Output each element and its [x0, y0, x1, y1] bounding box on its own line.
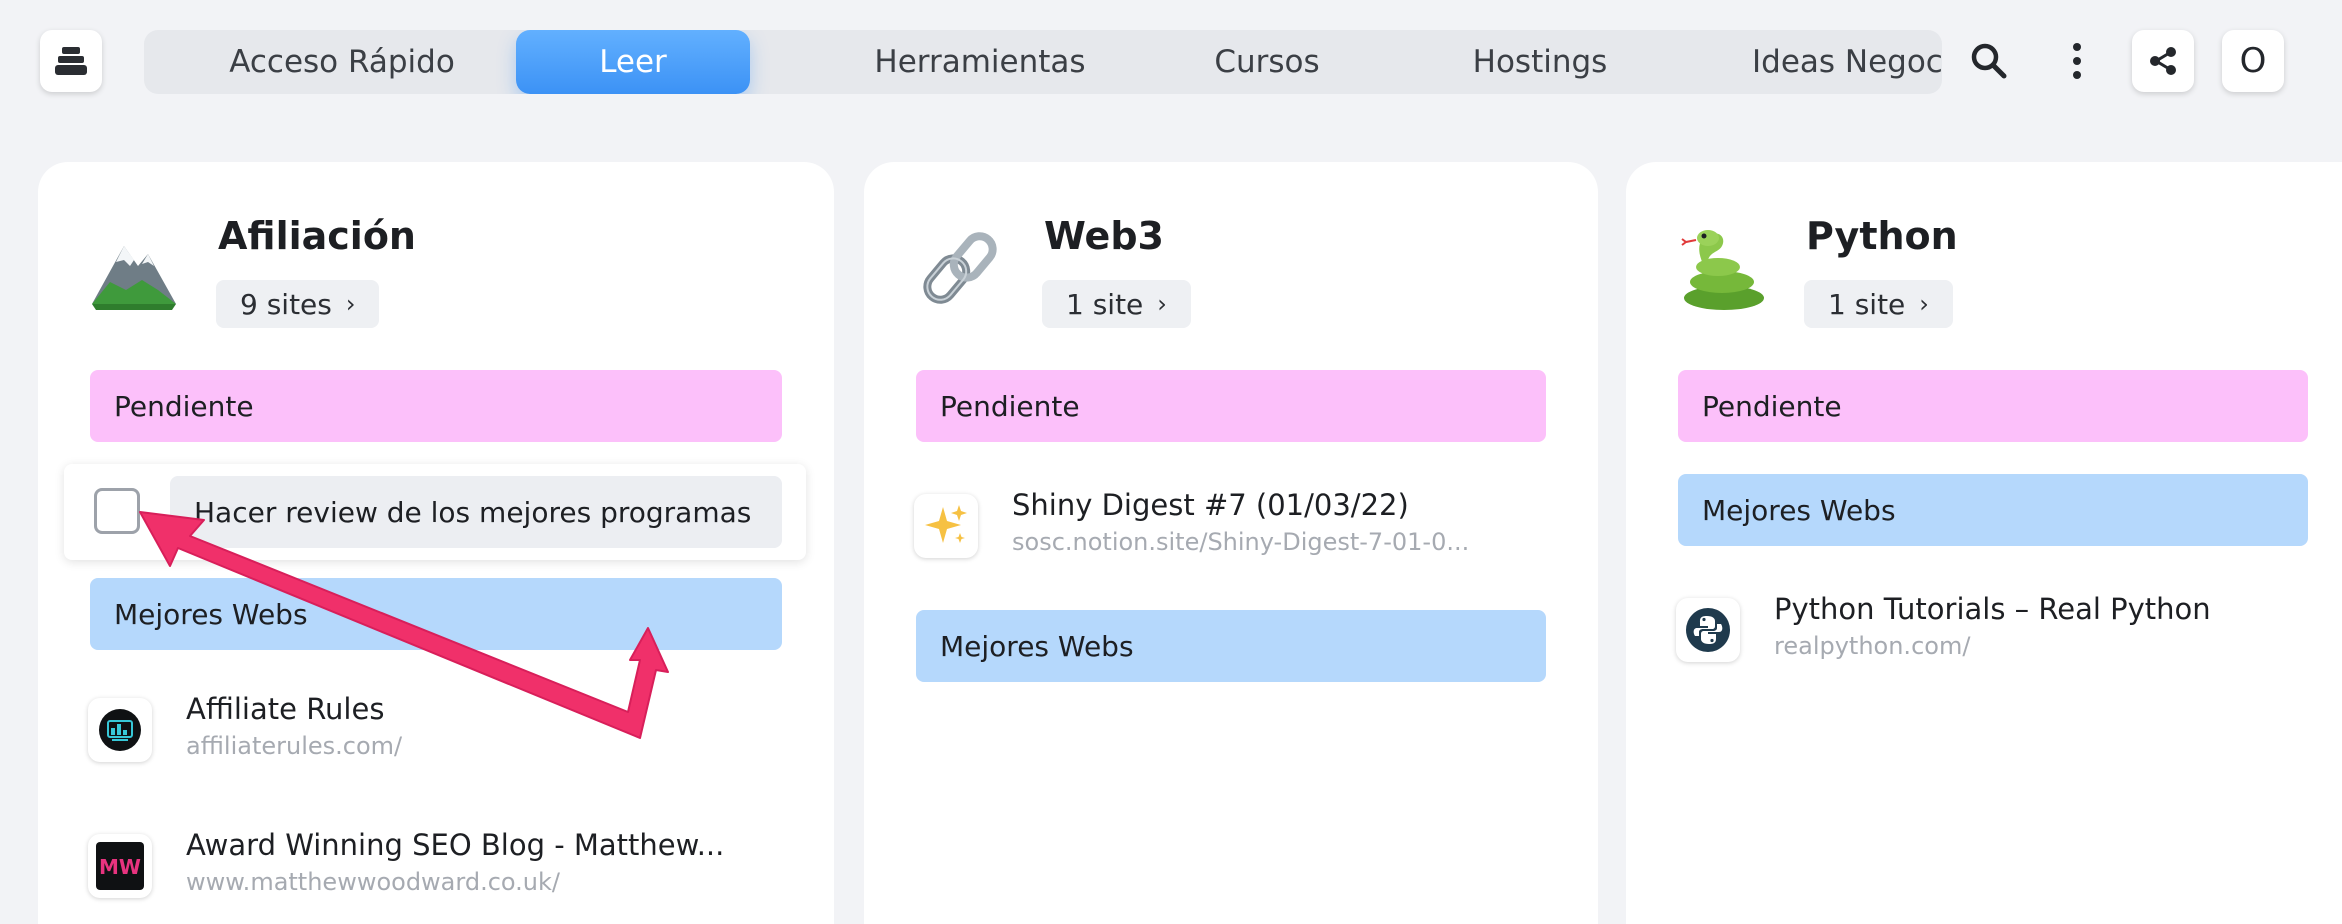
- site-count-button[interactable]: 1 site ›: [1042, 280, 1191, 328]
- tab-ideas-negocio[interactable]: Ideas Negocio: [1690, 30, 1942, 94]
- site-url: sosc.notion.site/Shiny-Digest-7-01-0...: [1012, 528, 1470, 556]
- column-title: Python: [1806, 214, 1958, 258]
- group-header-mejores-webs[interactable]: Mejores Webs: [90, 578, 782, 650]
- site-item[interactable]: MW Award Winning SEO Blog - Matthew... w…: [88, 826, 788, 906]
- group-label: Pendiente: [1702, 389, 1842, 423]
- group-header-pendiente[interactable]: Pendiente: [916, 370, 1546, 442]
- tab-bar: Acceso Rápido Leer Herramientas Cursos H…: [144, 30, 1942, 94]
- real-python-logo: [1686, 608, 1730, 652]
- site-title: Affiliate Rules: [186, 692, 385, 726]
- site-icon: [1676, 598, 1740, 662]
- site-title: Award Winning SEO Blog - Matthew...: [186, 828, 725, 862]
- sparkles-icon: [925, 505, 967, 543]
- tab-cursos[interactable]: Cursos: [1160, 30, 1374, 94]
- site-title: Python Tutorials – Real Python: [1774, 592, 2211, 626]
- mw-logo-text: MW: [99, 855, 141, 879]
- affiliate-rules-logo: [99, 709, 141, 751]
- share-icon: [2150, 47, 2176, 75]
- site-url: affiliaterules.com/: [186, 732, 403, 760]
- avatar-initial: O: [2239, 41, 2267, 81]
- group-header-pendiente[interactable]: Pendiente: [1678, 370, 2308, 442]
- search-button[interactable]: [1958, 30, 2020, 92]
- task-checkbox[interactable]: [94, 488, 140, 534]
- column-title: Afiliación: [218, 214, 416, 258]
- site-item[interactable]: Shiny Digest #7 (01/03/22) sosc.notion.s…: [914, 486, 1554, 566]
- site-icon: [88, 698, 152, 762]
- group-label: Mejores Webs: [1702, 493, 1896, 527]
- group-label: Mejores Webs: [940, 629, 1134, 663]
- chain-link-emoji: [923, 232, 997, 304]
- group-header-mejores-webs[interactable]: Mejores Webs: [1678, 474, 2308, 546]
- task-input[interactable]: Hacer review de los mejores programas: [170, 476, 782, 548]
- tab-hostings[interactable]: Hostings: [1368, 30, 1712, 94]
- site-url: www.matthewwoodward.co.uk/: [186, 868, 560, 896]
- chevron-right-icon: ›: [1919, 290, 1929, 318]
- stack-button[interactable]: [40, 30, 102, 92]
- tab-leer[interactable]: Leer: [516, 30, 750, 94]
- column-afiliacion: Afiliación 9 sites › Pendiente Hacer rev…: [38, 162, 834, 924]
- group-header-pendiente[interactable]: Pendiente: [90, 370, 782, 442]
- mountain-emoji: [92, 246, 176, 310]
- avatar[interactable]: O: [2222, 30, 2284, 92]
- tab-acceso-rapido[interactable]: Acceso Rápido: [144, 30, 540, 94]
- chevron-right-icon: ›: [1157, 290, 1167, 318]
- site-item[interactable]: Python Tutorials – Real Python realpytho…: [1676, 590, 2316, 670]
- column-python: Python 1 site › Pendiente Mejores Webs P…: [1626, 162, 2342, 924]
- more-options-button[interactable]: [2046, 30, 2108, 92]
- site-item[interactable]: Affiliate Rules affiliaterules.com/: [88, 690, 788, 770]
- group-header-mejores-webs[interactable]: Mejores Webs: [916, 610, 1546, 682]
- site-url: realpython.com/: [1774, 632, 1971, 660]
- site-count-button[interactable]: 1 site ›: [1804, 280, 1953, 328]
- tab-herramientas[interactable]: Herramientas: [764, 30, 1196, 94]
- column-web3: Web3 1 site › Pendiente Shiny Digest #7 …: [864, 162, 1598, 924]
- more-vertical-icon: [2073, 43, 2081, 79]
- mw-logo: MW: [96, 842, 144, 890]
- task-text: Hacer review de los mejores programas: [194, 495, 752, 529]
- site-icon: [914, 494, 978, 558]
- share-button[interactable]: [2132, 30, 2194, 92]
- snake-emoji: [1681, 230, 1764, 310]
- chevron-right-icon: ›: [345, 290, 356, 318]
- site-icon: MW: [88, 834, 152, 898]
- site-count-label: 9 sites: [240, 287, 332, 321]
- group-label: Pendiente: [940, 389, 1080, 423]
- site-count-label: 1 site: [1828, 287, 1906, 321]
- site-count-button[interactable]: 9 sites ›: [216, 280, 380, 328]
- task-item[interactable]: Hacer review de los mejores programas: [64, 464, 806, 560]
- search-icon: [1971, 43, 2007, 79]
- column-title: Web3: [1044, 214, 1164, 258]
- stack-icon: [55, 47, 87, 75]
- site-count-label: 1 site: [1066, 287, 1144, 321]
- group-label: Pendiente: [114, 389, 254, 423]
- site-title: Shiny Digest #7 (01/03/22): [1012, 488, 1409, 522]
- group-label: Mejores Webs: [114, 597, 308, 631]
